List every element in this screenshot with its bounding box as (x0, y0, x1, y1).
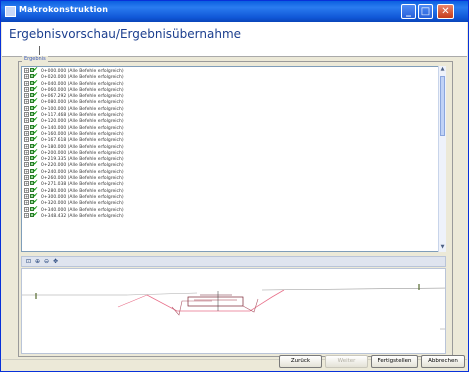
right-slope (242, 298, 259, 313)
expand-icon[interactable]: + (24, 86, 29, 92)
ditch-profile (146, 289, 285, 312)
app-icon (5, 6, 16, 17)
cross-section-preview[interactable] (21, 268, 446, 354)
result-row-label: 0+067.292 (Alle Befehle erfolgreich) (41, 94, 124, 100)
expand-icon[interactable]: + (24, 93, 29, 99)
expand-icon[interactable]: + (24, 118, 29, 124)
expand-icon[interactable]: + (24, 156, 29, 162)
header-divider (39, 46, 40, 55)
expand-icon[interactable]: + (24, 181, 29, 187)
expand-icon[interactable]: + (24, 68, 29, 73)
minimize-icon: _ (406, 6, 411, 17)
result-row-label: 0+200.000 (Alle Befehle erfolgreich) (41, 150, 124, 156)
result-row-label: 0+000.000 (Alle Befehle erfolgreich) (41, 69, 124, 74)
result-row-label: 0+140.000 (Alle Befehle erfolgreich) (41, 125, 124, 131)
expand-icon[interactable]: + (24, 74, 29, 80)
preview-toolbar: ⊡ ⊕ ⊖ ✥ (21, 256, 446, 267)
header-separator (2, 56, 467, 57)
result-row-label: 0+240.000 (Alle Befehle erfolgreich) (41, 169, 124, 175)
result-group-label: Ergebnis (22, 56, 48, 62)
wizard-window: Makrokonstruktion _ □ ✕ Ergebnisvorschau… (0, 0, 469, 372)
expand-icon[interactable]: + (24, 105, 29, 111)
check-icon: ✔ (33, 210, 39, 218)
result-row-label: 0+180.000 (Alle Befehle erfolgreich) (41, 144, 124, 150)
left-slope (171, 300, 212, 316)
pan-icon[interactable]: ✥ (52, 258, 59, 265)
left-embankment (117, 294, 148, 308)
expand-icon[interactable]: + (24, 187, 29, 193)
result-row-label: 0+120.000 (Alle Befehle erfolgreich) (41, 119, 124, 125)
expand-icon[interactable]: + (24, 149, 29, 155)
result-row-label: 0+320.000 (Alle Befehle erfolgreich) (41, 201, 124, 207)
expand-icon[interactable]: + (24, 168, 29, 174)
page-title: Ergebnisvorschau/Ergebnisübernahme (9, 27, 242, 41)
result-row-label: 0+219.335 (Alle Befehle erfolgreich) (41, 157, 124, 163)
result-tree[interactable]: + ✔ 0+000.000 (Alle Befehle erfolgreich) + ✔… (21, 66, 446, 252)
result-row-label: 0+260.000 (Alle Befehle erfolgreich) (41, 176, 124, 182)
expand-icon[interactable]: + (24, 206, 29, 212)
back-button[interactable]: Zurück (279, 355, 322, 368)
maximize-icon: □ (420, 6, 431, 17)
expand-icon[interactable]: + (24, 99, 29, 105)
result-row-label: 0+280.000 (Alle Befehle erfolgreich) (41, 188, 124, 194)
road-body (187, 296, 244, 307)
result-row-label: 0+220.000 (Alle Befehle erfolgreich) (41, 163, 124, 169)
success-check-icon: ✔ (30, 210, 40, 218)
minimize-button[interactable]: _ (401, 4, 416, 19)
scroll-thumb[interactable] (440, 76, 445, 136)
result-tree-items: + ✔ 0+000.000 (Alle Befehle erfolgreich) + ✔… (24, 67, 124, 219)
maximize-button[interactable]: □ (418, 4, 433, 19)
result-row-label: 0+117.468 (Alle Befehle erfolgreich) (41, 113, 124, 119)
result-row-label: 0+340.000 (Alle Befehle erfolgreich) (41, 207, 124, 213)
expand-icon[interactable]: + (24, 130, 29, 136)
expand-icon[interactable]: + (24, 212, 29, 218)
result-row-label: 0+080.000 (Alle Befehle erfolgreich) (41, 100, 124, 106)
close-icon: ✕ (441, 6, 450, 17)
expand-icon[interactable]: + (24, 175, 29, 181)
zoom-in-icon[interactable]: ⊕ (34, 258, 41, 265)
terrain-mid-left-line (126, 292, 198, 296)
expand-icon[interactable]: + (24, 193, 29, 199)
expand-icon[interactable]: + (24, 162, 29, 168)
cross-section-drawing (22, 284, 445, 330)
expand-icon[interactable]: + (24, 143, 29, 149)
expand-icon[interactable]: + (24, 80, 29, 86)
result-row-label: 0+060.000 (Alle Befehle erfolgreich) (41, 87, 124, 93)
close-button[interactable]: ✕ (437, 4, 454, 19)
scroll-up-icon[interactable]: ▲ (439, 66, 446, 74)
expand-icon[interactable]: + (24, 112, 29, 118)
expand-icon[interactable]: + (24, 124, 29, 130)
wizard-header: Ergebnisvorschau/Ergebnisübernahme (2, 22, 467, 56)
title-bar[interactable]: Makrokonstruktion _ □ ✕ (1, 1, 468, 22)
result-tree-scrollbar[interactable]: ▲ ▼ (438, 66, 446, 252)
result-row-label: 0+020.000 (Alle Befehle erfolgreich) (41, 75, 124, 81)
next-button[interactable]: Weiter (325, 355, 368, 368)
expand-icon[interactable]: + (24, 137, 29, 143)
result-row-label: 0+167.618 (Alle Befehle erfolgreich) (41, 138, 124, 144)
window-title: Makrokonstruktion (19, 5, 109, 14)
cancel-button[interactable]: Abbrechen (421, 355, 465, 368)
zoom-fit-icon[interactable]: ⊡ (25, 258, 32, 265)
result-row-label: 0+040.000 (Alle Befehle erfolgreich) (41, 81, 124, 87)
expand-icon[interactable]: + (24, 200, 29, 206)
scroll-down-icon[interactable]: ▼ (439, 244, 446, 252)
finish-button[interactable]: Fertigstellen (371, 355, 418, 368)
result-row-label: 0+160.000 (Alle Befehle erfolgreich) (41, 131, 124, 137)
zoom-out-icon[interactable]: ⊖ (43, 258, 50, 265)
result-row-label: 0+348.432 (Alle Befehle erfolgreich) (41, 213, 124, 219)
result-row-label: 0+100.000 (Alle Befehle erfolgreich) (41, 106, 124, 112)
result-row-label: 0+300.000 (Alle Befehle erfolgreich) (41, 194, 124, 200)
result-row-label: 0+271.038 (Alle Befehle erfolgreich) (41, 182, 124, 188)
result-row[interactable]: + ✔ 0+348.432 (Alle Befehle erfolgreich) (24, 210, 124, 219)
